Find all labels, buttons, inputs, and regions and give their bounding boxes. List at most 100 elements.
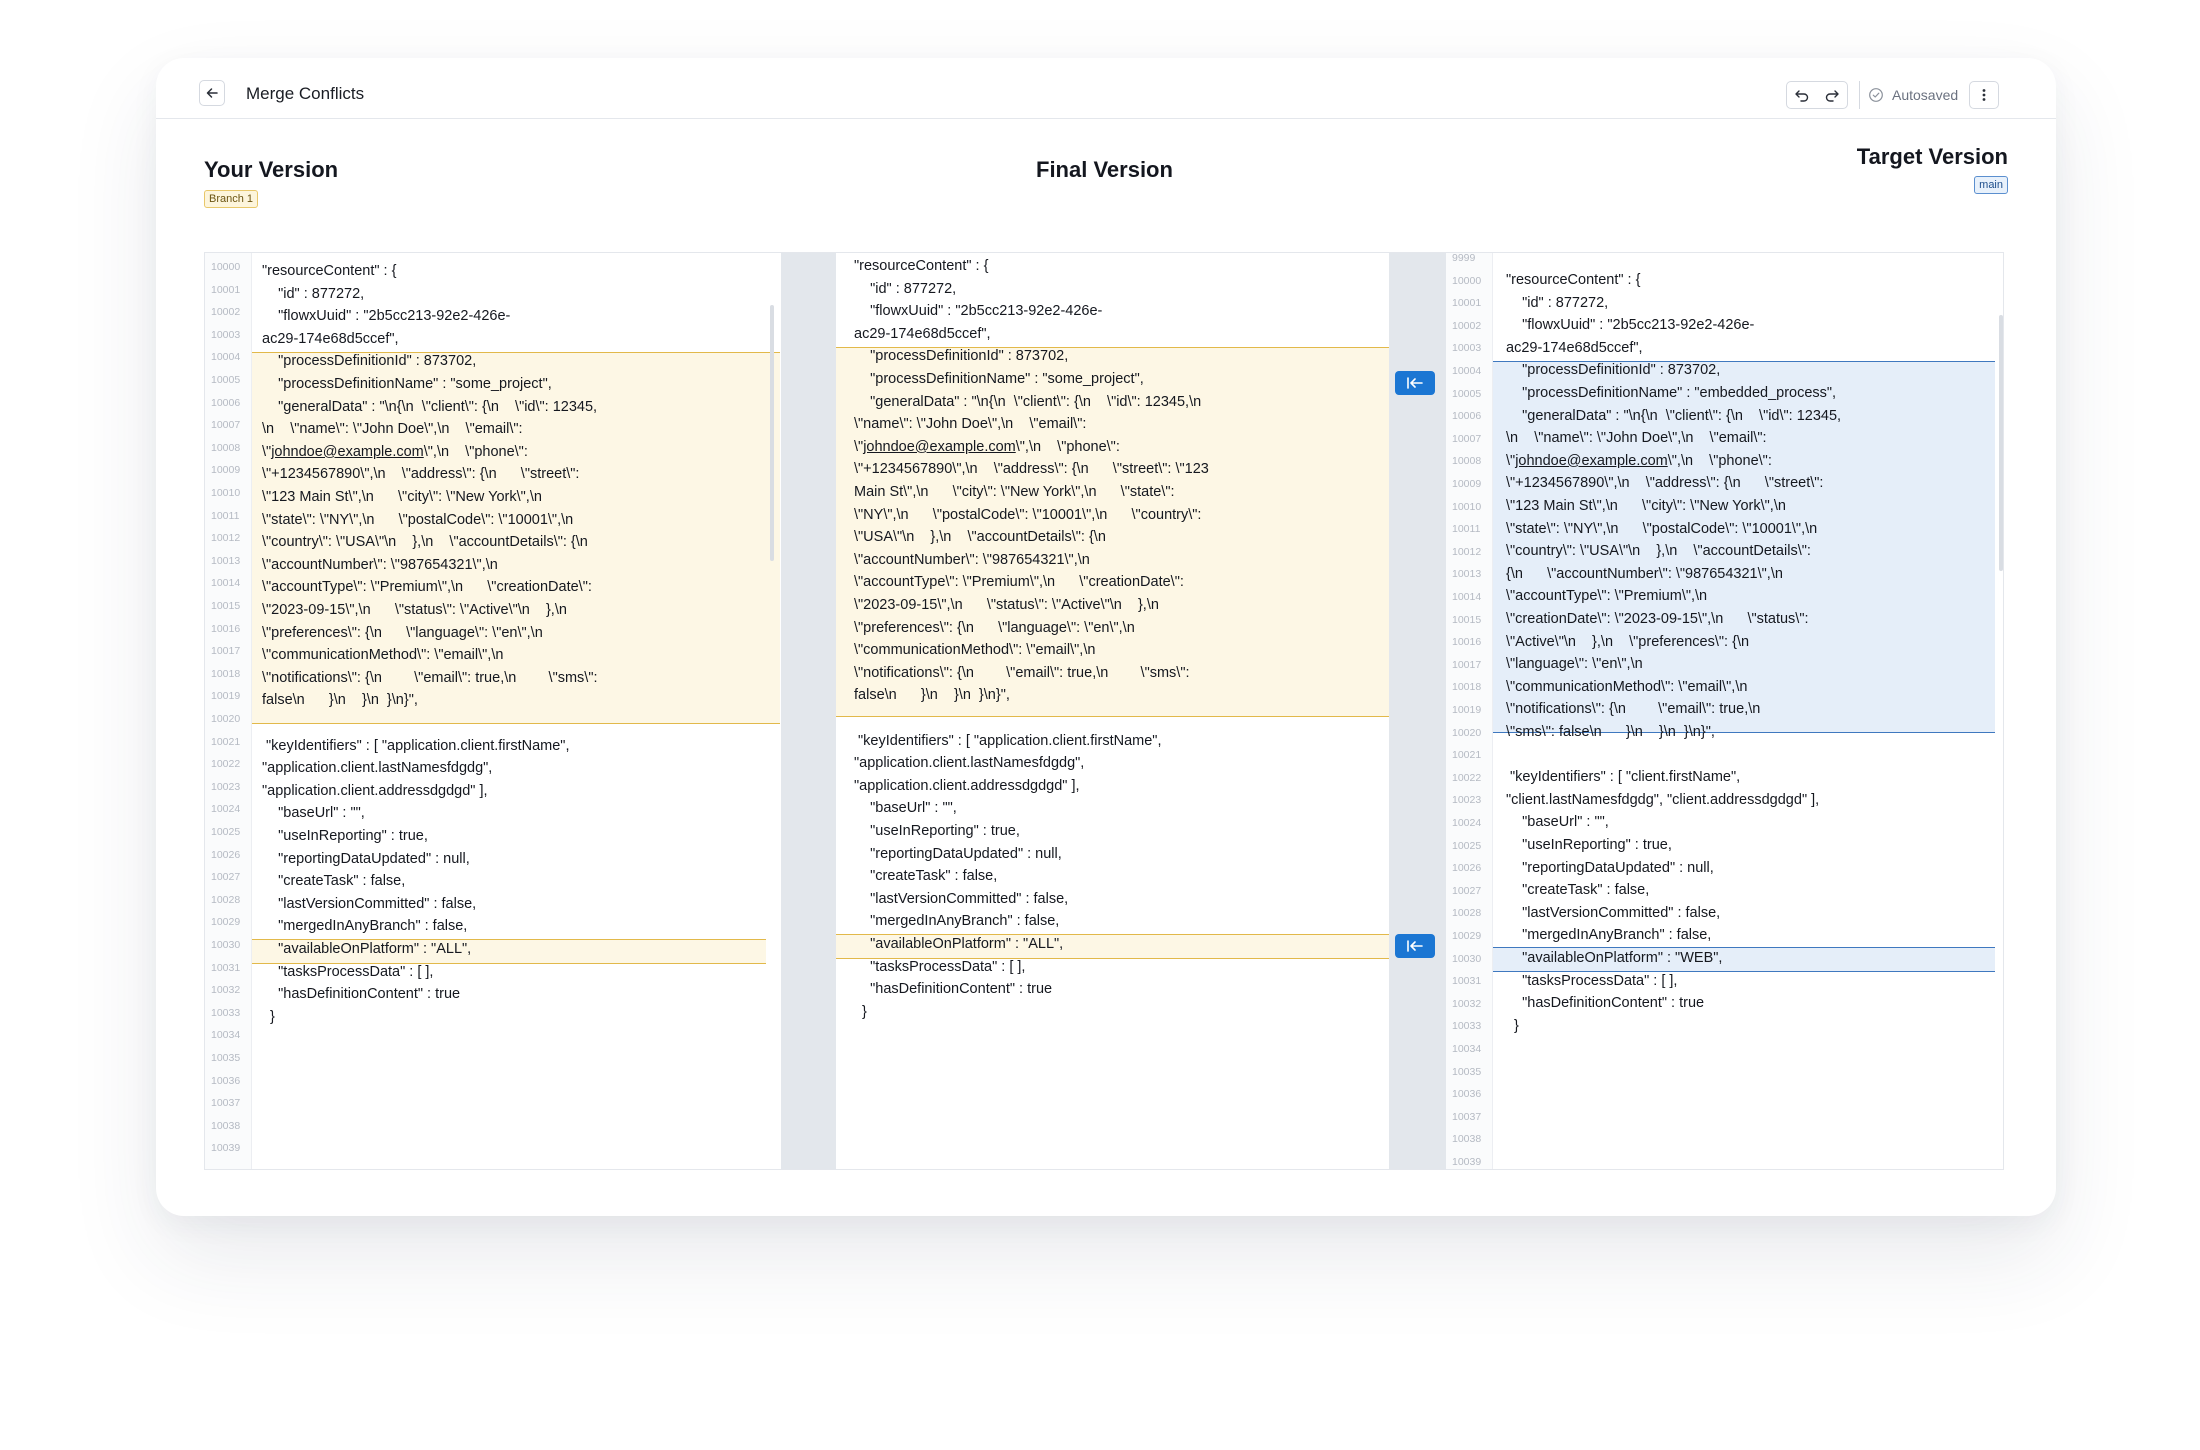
code-line: "processDefinitionId" : 873702, [262,353,477,370]
branch-badge: Branch 1 [204,190,259,208]
line-number: 10002 [1452,319,1482,332]
line-number: 10030 [1452,952,1482,965]
code-line: \"NY\",\n \"postalCode\": \"10001\",\n \… [854,506,1202,523]
code-line: "tasksProcessData" : [ ], [262,963,434,980]
code-line: \"name\": \"John Doe\",\n \"email\": [854,416,1087,433]
code-line: "processDefinitionId" : 873702, [1506,362,1721,379]
line-number: 10011 [1452,523,1481,536]
code-line: Main St\",\n \"city\": \"New York\",\n \… [854,484,1175,500]
line-number: 10018 [1452,681,1482,694]
final-version-code[interactable]: "resourceContent" : { "id" : 877272, "fl… [836,253,1389,1169]
code-line: \"johndoe@example.com\",\n \"phone\": [262,443,528,460]
line-number: 10007 [1452,432,1482,445]
code-line: "application.client.addressdgdgd" ], [262,782,488,799]
your-version-code[interactable]: "resourceContent" : { "id" : 877272, "fl… [252,253,780,1169]
code-line: \"2023-09-15\",\n \"status\": \"Active\"… [854,597,1159,613]
redo-icon [1825,90,1839,102]
code-line: \n \"name\": \"John Doe\",\n \"email\": [1506,430,1767,447]
code-line: "lastVersionCommitted" : false, [262,895,477,912]
code-line: \"state\": \"NY\",\n \"postalCode\": \"1… [1506,520,1818,537]
code-line: \"2023-09-15\",\n \"status\": \"Active\"… [262,602,567,618]
redo-button[interactable] [1817,82,1847,108]
line-number: 10024 [211,803,241,816]
line-number: 10026 [1452,862,1482,875]
line-number: 10032 [1452,997,1482,1010]
code-line: \"+1234567890\",\n \"address\": {\n \"st… [262,466,580,483]
email-link[interactable]: johndoe@example.com [1515,453,1668,469]
your-version-line-numbers: 10000 10001 10002 10003 10004 10005 10006 10007… [205,253,252,1169]
line-number: 10015 [211,600,241,612]
code-line: \n \"name\": \"John Doe\",\n \"email\": [262,421,523,438]
line-number: 10017 [1452,658,1482,671]
code-line: "useInReporting" : true, [854,823,1020,839]
back-button[interactable] [199,80,225,106]
code-line: "generalData" : "\n{\n \"client\": {\n \… [262,398,598,415]
code-line: "availableOnPlatform" : "WEB", [1506,950,1723,966]
line-number: 10028 [1452,907,1482,920]
code-line: \"state\": \"NY\",\n \"postalCode\": \"1… [262,511,574,528]
line-number: 10038 [1452,1133,1482,1146]
code-line: "createTask" : false, [854,868,998,885]
code-line: \"123 Main St\",\n \"city\": \"New York\… [1506,498,1786,514]
line-number: 10010 [1452,500,1482,513]
code-line: \"accountNumber\": \"987654321\",\n [262,556,498,573]
line-number: 10005 [1452,387,1482,400]
code-line: \"country\": \"USA\"\n },\n \"accountDet… [262,534,588,551]
code-line: "resourceContent" : { [262,263,397,279]
code-line: \"notifications\": {\n \"email\": true,\… [854,664,1190,681]
line-number: 10008 [211,441,241,454]
code-line: "baseUrl" : "", [262,805,365,822]
code-line: "processDefinitionName" : "some_project"… [854,371,1144,387]
code-line: \"preferences\": {\n \"language\": \"en\… [262,624,543,641]
line-number: 10024 [1452,817,1482,829]
code-line: \"language\": \"en\",\n [1506,656,1643,673]
line-number: 10014 [1452,591,1482,603]
line-number: 10017 [211,645,241,658]
more-options-button[interactable] [1969,81,1999,109]
final-version-title: Final Version [1036,157,1173,182]
undo-button[interactable] [1787,82,1817,108]
line-number: 10029 [211,916,241,929]
line-number: 10014 [211,577,241,590]
code-line: \"country\": \"USA\"\n },\n \"accountDet… [1506,543,1811,560]
merge-editor: 10000 10001 10002 10003 10004 10005 10006 10007… [204,252,2004,1170]
accept-target-change-button[interactable] [1395,934,1435,958]
email-link[interactable]: johndoe@example.com [863,439,1016,455]
code-line: "id" : 877272, [854,280,957,297]
code-line: "availableOnPlatform" : "ALL", [262,941,472,957]
line-number: 10012 [1452,545,1482,558]
code-line: "keyIdentifiers" : [ "client.firstName", [1506,769,1741,786]
line-number: 10021 [211,735,241,748]
line-number: 10031 [1452,975,1482,988]
email-link[interactable]: johndoe@example.com [271,444,424,460]
target-version-line-numbers: 9999 10000 10001 10002 10003 10004 10005 10006 1… [1446,253,1493,1169]
code-line: \"+1234567890\",\n \"address\": {\n \"st… [1506,475,1824,492]
line-number: 10013 [1452,568,1482,581]
code-line: "keyIdentifiers" : [ "application.client… [262,737,570,754]
line-number: 10000 [211,261,241,273]
line-number: 10026 [211,848,241,861]
line-number: 10032 [211,984,241,997]
target-branch-badge: main [1974,176,2008,194]
accept-target-change-button[interactable] [1395,371,1435,395]
code-line: \"USA\"\n },\n \"accountDetails\": {\n [854,529,1106,546]
code-line: "flowxUuid" : "2b5cc213-92e2-426e- [262,308,511,325]
code-line: "resourceContent" : { [1506,272,1641,288]
code-line: "flowxUuid" : "2b5cc213-92e2-426e- [854,303,1103,320]
line-number: 10009 [211,464,241,477]
line-number: 10033 [211,1006,241,1019]
target-version-code[interactable]: "resourceContent" : { "id" : 877272, "fl… [1493,253,2003,1169]
line-number: 10036 [1452,1088,1482,1101]
autosave-status: Autosaved [1859,81,1958,109]
more-vertical-icon [1982,89,1986,101]
code-line: \"accountType\": \"Premium\",\n \"creati… [262,579,592,596]
code-line: "hasDefinitionContent" : true [262,986,461,1003]
code-line: "resourceContent" : { [854,258,989,274]
line-number: 10022 [1452,771,1482,784]
code-line: "useInReporting" : true, [1506,837,1672,853]
autosaved-label: Autosaved [1892,87,1959,103]
line-number: 10009 [1452,478,1482,490]
code-line: "reportingDataUpdated" : null, [854,845,1062,862]
line-number: 10035 [211,1052,241,1064]
